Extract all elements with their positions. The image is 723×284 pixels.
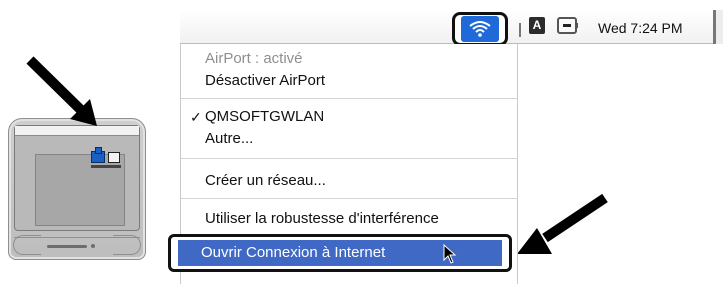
wifi-icon-highlight xyxy=(461,16,499,42)
menu-item-toggle-airport[interactable]: Désactiver AirPort xyxy=(181,70,517,92)
cursor-icon xyxy=(443,244,457,264)
menu-item-status: AirPort : activé xyxy=(205,50,303,67)
check-icon: ✓ xyxy=(190,109,202,125)
menu-item-interference[interactable]: Utiliser la robustesse d'interférence xyxy=(181,208,517,230)
open-connection-label: Ouvrir Connexion à Internet xyxy=(201,244,386,261)
airport-menu: AirPort : activé Désactiver AirPort ✓ QM… xyxy=(168,44,518,284)
menubar-corner xyxy=(713,10,723,44)
arrow-pointing-icon xyxy=(26,56,97,126)
menu-divider xyxy=(181,198,517,199)
network-name: QMSOFTGWLAN xyxy=(205,108,325,125)
wifi-icon[interactable] xyxy=(452,12,508,46)
keyboard-icon[interactable]: A xyxy=(529,17,545,34)
menu-item-open-connection[interactable]: Ouvrir Connexion à Internet xyxy=(168,234,512,272)
menu-item-create-network[interactable]: Créer un réseau... xyxy=(181,170,517,192)
menu-divider xyxy=(181,158,517,159)
menubar-separator xyxy=(519,23,521,37)
wifi-icon-glyph xyxy=(469,21,491,37)
menu-divider xyxy=(181,98,517,99)
menu-item-network[interactable]: ✓ QMSOFTGWLAN xyxy=(181,106,517,128)
menu-bar: ✢ A Wed 7:24 PM xyxy=(180,10,723,46)
clock[interactable]: Wed 7:24 PM xyxy=(598,20,683,36)
arrow-pointing-menu-icon xyxy=(517,193,608,254)
menu-item-other[interactable]: Autre... xyxy=(181,128,517,150)
battery-icon[interactable] xyxy=(557,17,578,34)
